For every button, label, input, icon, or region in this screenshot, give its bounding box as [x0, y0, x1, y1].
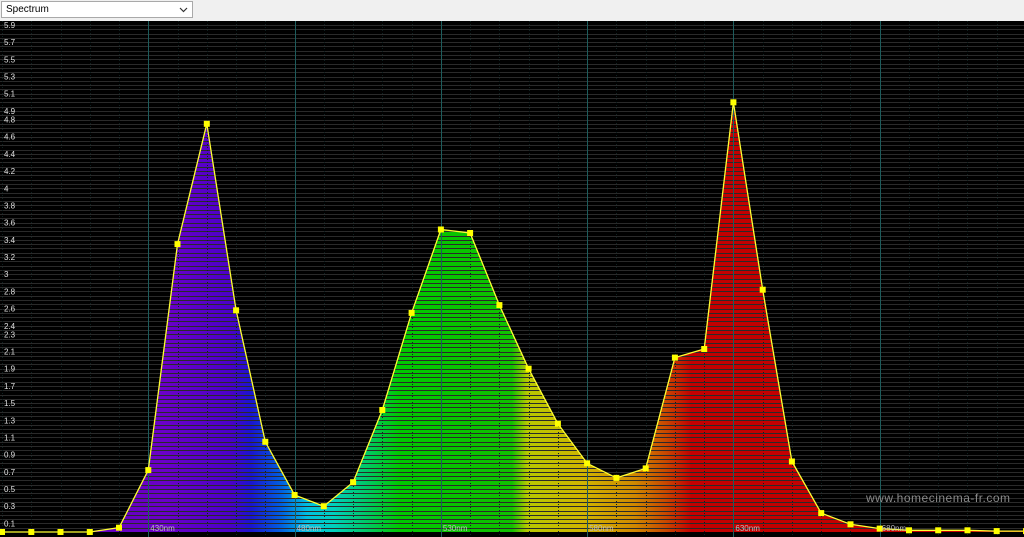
- data-point-marker: [203, 120, 210, 127]
- y-tick-label: 0.5: [4, 485, 16, 494]
- data-point-marker: [759, 286, 766, 293]
- y-tick-label: 1.3: [4, 416, 16, 425]
- y-tick-label: 2.3: [4, 330, 16, 339]
- x-tick-label: 630nm: [735, 524, 760, 533]
- data-point-marker: [86, 529, 93, 535]
- y-tick-label: 2.4: [4, 322, 16, 331]
- data-point-marker: [350, 479, 357, 486]
- data-point-marker: [291, 492, 298, 498]
- y-tick-label: 0.3: [4, 502, 16, 511]
- y-tick-label: 0.1: [4, 519, 16, 528]
- data-point-marker: [788, 458, 795, 465]
- y-tick-label: 4.4: [4, 150, 16, 159]
- y-tick-label: 1.1: [4, 434, 16, 443]
- y-tick-label: 4.6: [4, 133, 16, 142]
- data-point-marker: [554, 420, 561, 427]
- view-selector-dropdown[interactable]: Spectrum: [1, 1, 193, 18]
- y-tick-label: 0.9: [4, 451, 16, 460]
- y-tick-label: 5.1: [4, 90, 16, 99]
- data-point-marker: [525, 365, 532, 372]
- data-point-marker: [701, 346, 708, 352]
- y-tick-label: 5.9: [4, 21, 16, 30]
- x-tick-label: 680nm: [882, 524, 907, 533]
- x-tick-label: 430nm: [150, 524, 175, 533]
- data-point-marker: [818, 510, 825, 517]
- y-tick-label: 2.8: [4, 287, 16, 296]
- data-point-marker: [57, 529, 64, 535]
- data-point-marker: [642, 465, 649, 472]
- data-point-marker: [379, 407, 386, 413]
- data-point-marker: [730, 99, 737, 106]
- data-point-marker: [116, 524, 122, 531]
- y-tick-label: 3.4: [4, 236, 16, 245]
- data-point-marker: [613, 474, 620, 481]
- data-point-marker: [906, 527, 912, 534]
- spectrum-chart: 0.1 0.3 0.5 0.7 0.9 1.1 1.3 1.5 1.7 1.9 2.1 2.3 2.4 2…: [0, 21, 1024, 537]
- y-tick-label: 5.3: [4, 73, 16, 82]
- y-tick-label: 2.6: [4, 305, 16, 314]
- y-tick-label: 4.2: [4, 167, 16, 176]
- data-point-marker: [320, 503, 327, 510]
- data-point-marker: [0, 529, 5, 535]
- y-tick-label: 3: [4, 270, 9, 279]
- data-point-marker: [467, 230, 474, 236]
- data-point-marker: [437, 226, 444, 233]
- data-point-marker: [671, 354, 678, 361]
- data-point-marker: [174, 241, 181, 248]
- data-point-marker: [145, 467, 152, 474]
- x-tick-label: 480nm: [297, 524, 322, 533]
- data-point-marker: [993, 528, 1000, 535]
- spectrum-plot: 0.1 0.3 0.5 0.7 0.9 1.1 1.3 1.5 1.7 1.9 2.1 2.32.4 2…: [0, 21, 1024, 537]
- y-tick-label: 3.8: [4, 202, 16, 211]
- y-tick-label: 4: [4, 184, 9, 193]
- y-tick-label: 1.9: [4, 365, 16, 374]
- y-tick-label: 1.7: [4, 382, 16, 391]
- y-tick-label: 3.6: [4, 219, 16, 228]
- y-tick-label: 4.8: [4, 116, 16, 125]
- y-tick-label: 5.7: [4, 38, 16, 47]
- view-selector-value: Spectrum: [6, 4, 49, 15]
- y-tick-label: 4.9: [4, 107, 16, 116]
- chevron-down-icon: [178, 5, 188, 15]
- data-point-marker: [233, 307, 240, 314]
- data-point-marker: [28, 529, 35, 535]
- watermark-text: www.homecinema-fr.com: [865, 491, 1011, 505]
- data-point-marker: [935, 527, 942, 534]
- data-point-marker: [408, 309, 415, 316]
- data-point-marker: [262, 438, 269, 445]
- data-point-marker: [584, 460, 591, 467]
- data-point-marker: [847, 521, 854, 528]
- y-tick-label: 1.5: [4, 399, 16, 408]
- data-point-marker: [496, 302, 503, 309]
- y-tick-label: 0.7: [4, 468, 16, 477]
- y-tick-label: 2.1: [4, 348, 16, 357]
- x-tick-label: 580nm: [589, 524, 614, 533]
- y-tick-label: 5.5: [4, 55, 16, 64]
- data-point-marker: [964, 527, 971, 534]
- x-tick-label: 530nm: [443, 524, 468, 533]
- y-tick-label: 3.2: [4, 253, 16, 262]
- toolbar: Spectrum: [0, 0, 1024, 22]
